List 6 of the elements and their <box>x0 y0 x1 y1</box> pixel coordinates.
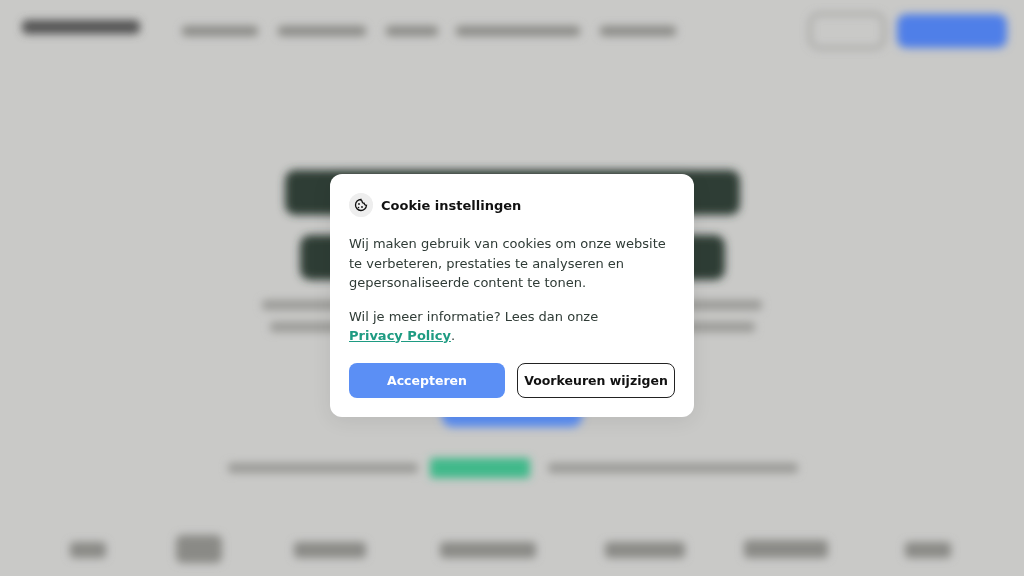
privacy-policy-link[interactable]: Privacy Policy <box>349 327 451 343</box>
preferences-button[interactable]: Voorkeuren wijzigen <box>517 362 675 398</box>
info-text: Wil je meer informatie? Lees dan onze Privacy Policy. <box>349 307 600 345</box>
accept-button[interactable]: Accepteren <box>349 362 505 398</box>
dialog-title: Cookie instellingen <box>381 197 522 213</box>
cookie-description: Wij maken gebruik van cookies om onze website te verbeteren, prestaties te analyseren en gepersonaliseerde content te tonen. <box>349 235 667 292</box>
